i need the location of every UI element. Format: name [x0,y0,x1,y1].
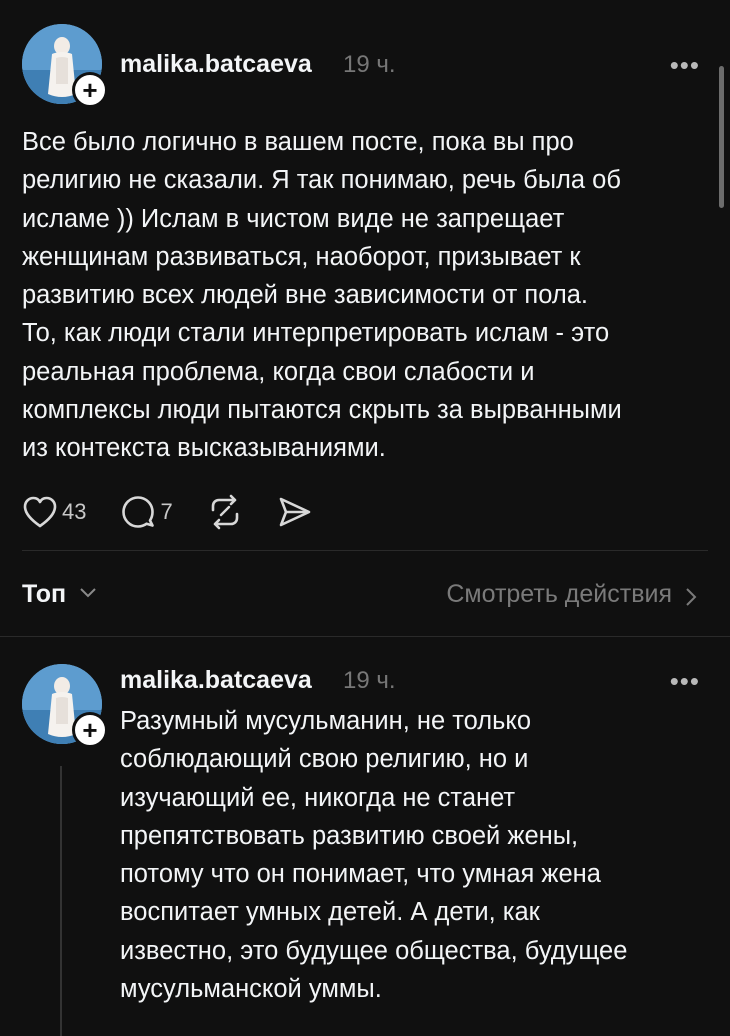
timestamp: 19 ч. [343,667,396,694]
reply-text: Разумный мусульманин, не только соблюдаю… [120,707,628,1004]
more-options-icon[interactable]: ••• [670,666,700,697]
avatar-wrap[interactable]: + [22,664,108,748]
username[interactable]: malika.batcaeva [120,666,312,695]
follow-plus-button[interactable]: + [72,712,108,748]
reply-post: + malika.batcaeva 19 ч. ••• Разумный мус… [0,0,730,1036]
scrollbar[interactable] [719,66,724,208]
thread-line [60,766,62,1036]
